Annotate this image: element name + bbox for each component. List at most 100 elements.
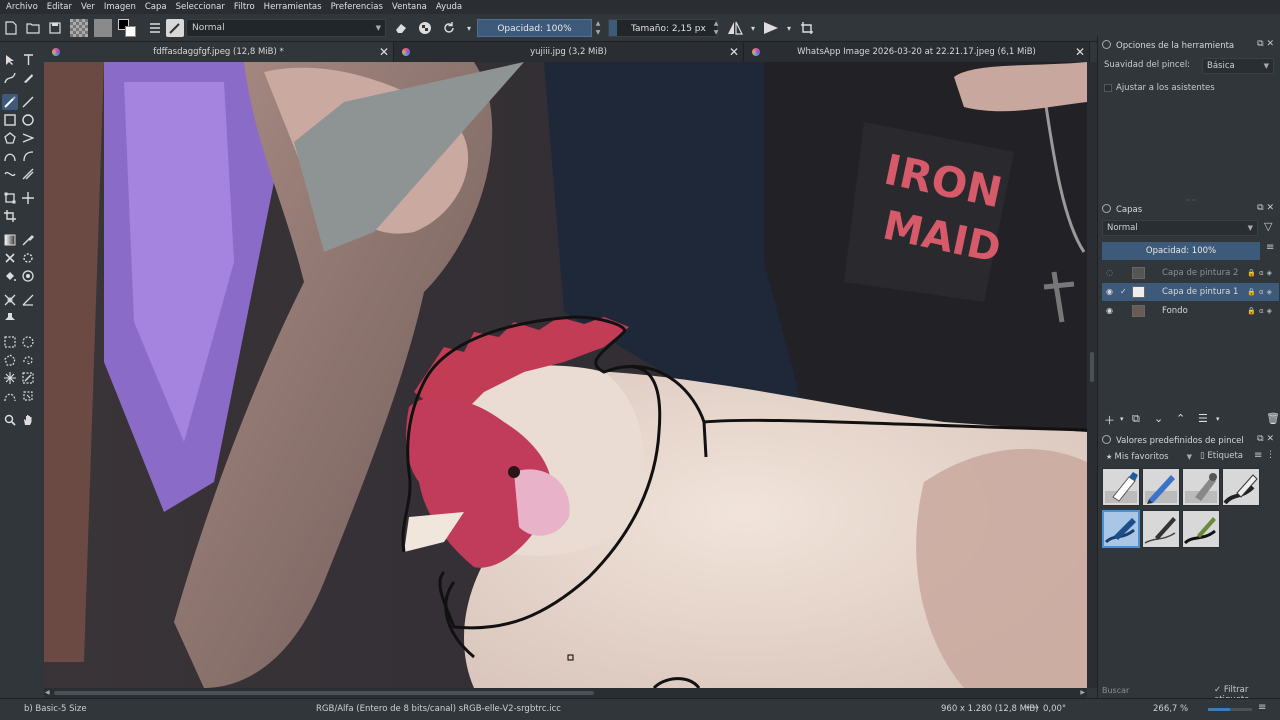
polyline-tool-icon[interactable] — [20, 130, 36, 146]
document-tab[interactable]: WhatsApp Image 2026-03-20 at 22.21.17.jp… — [744, 42, 1090, 62]
smoothing-select[interactable]: Básica ▼ — [1202, 58, 1274, 74]
mirror-horizontal-icon[interactable] — [726, 19, 744, 37]
line-tool-icon[interactable] — [20, 94, 36, 110]
size-slider[interactable]: Tamaño: 2,15 px — [608, 19, 718, 37]
rectangle-tool-icon[interactable] — [2, 112, 18, 128]
measure-tool-icon[interactable] — [20, 292, 36, 308]
vertical-scrollbar[interactable] — [1087, 62, 1097, 688]
close-icon[interactable]: ✕ — [1266, 39, 1274, 49]
brush-preset-brush-pen[interactable] — [1102, 510, 1140, 548]
brush-status[interactable]: b) Basic-5 Size — [24, 704, 87, 714]
rotation-status[interactable]: 0,00° — [1043, 704, 1066, 714]
chevron-down-icon[interactable]: ▾ — [744, 19, 762, 37]
horizontal-scrollbar[interactable]: ◀ ▶ — [44, 688, 1087, 698]
layer-opacity-slider[interactable]: Opacidad: 100% — [1102, 242, 1260, 260]
canvas-image[interactable]: IRON MAID — [44, 62, 1087, 688]
scroll-left-icon[interactable]: ◀ — [45, 689, 50, 696]
scroll-right-icon[interactable]: ▶ — [1080, 689, 1085, 696]
ellipse-tool-icon[interactable] — [20, 112, 36, 128]
colorize-mask-icon[interactable] — [2, 250, 18, 266]
color-picker-icon[interactable] — [20, 232, 36, 248]
menu-ventana[interactable]: Ventana — [392, 2, 427, 12]
menu-capa[interactable]: Capa — [145, 2, 167, 12]
layer-row[interactable]: ◉ ✓ Capa de pintura 1 🔒α◈ — [1102, 283, 1279, 301]
document-tab[interactable]: yujiii.jpg (3,2 MiB) ✕ — [394, 42, 744, 62]
float-panel-icon[interactable]: ⧉ — [1257, 203, 1263, 213]
similar-select-icon[interactable] — [20, 370, 36, 386]
eraser-mode-icon[interactable] — [392, 19, 410, 37]
menu-ver[interactable]: Ver — [81, 2, 95, 12]
calligraphy-icon[interactable] — [20, 70, 36, 86]
snap-assistants-checkbox[interactable] — [1104, 84, 1112, 92]
polygon-select-icon[interactable] — [2, 352, 18, 368]
menu-archivo[interactable]: Archivo — [6, 2, 38, 12]
visibility-on-icon[interactable]: ◉ — [1106, 302, 1113, 320]
menu-seleccionar[interactable]: Seleccionar — [176, 2, 225, 12]
brush-preset-marker[interactable] — [1182, 510, 1220, 548]
rotation-icon[interactable]: ⟷ — [1026, 703, 1039, 713]
close-icon[interactable]: ✕ — [379, 42, 389, 62]
filter-icon[interactable]: ▽ — [1264, 220, 1272, 233]
brush-preset-pencil-sketch[interactable] — [1142, 510, 1180, 548]
layer-row[interactable]: ◌ Capa de pintura 2 🔒α◈ — [1102, 264, 1279, 282]
menu-editar[interactable]: Editar — [47, 2, 72, 12]
document-tab[interactable]: fdffasdaggfgf.jpeg (12,8 MiB) * ✕ — [44, 42, 394, 62]
contiguous-select-icon[interactable] — [2, 370, 18, 386]
zoom-slider[interactable] — [1208, 708, 1252, 711]
chevron-down-icon[interactable]: ▾ — [1120, 415, 1124, 423]
reload-preset-icon[interactable] — [440, 19, 458, 37]
magnetic-select-icon[interactable] — [20, 388, 36, 404]
canvas-area[interactable]: IRON MAID — [44, 62, 1087, 688]
multibrush-icon[interactable] — [20, 166, 36, 182]
layer-flags-icon[interactable]: 🔒α◈ — [1247, 283, 1275, 301]
brush-preset-airbrush[interactable] — [1182, 468, 1220, 506]
visibility-off-icon[interactable]: ◌ — [1106, 264, 1113, 282]
wrap-around-icon[interactable] — [798, 19, 816, 37]
alpha-lock-icon[interactable] — [416, 19, 434, 37]
crop-tool-icon[interactable] — [2, 208, 18, 224]
menu-ayuda[interactable]: Ayuda — [436, 2, 462, 12]
size-spin-arrows[interactable]: ▲ ▼ — [712, 19, 720, 37]
pan-tool-icon[interactable] — [20, 412, 36, 428]
open-document-icon[interactable] — [24, 19, 42, 37]
text-tool-icon[interactable] — [20, 52, 36, 68]
brush-preset-icon[interactable] — [166, 19, 184, 37]
edit-shapes-icon[interactable] — [2, 70, 18, 86]
brush-settings-icon[interactable] — [146, 19, 164, 37]
close-icon[interactable]: ✕ — [729, 42, 739, 62]
layer-properties-icon[interactable]: ☰ — [1198, 412, 1208, 425]
zoom-status[interactable]: 266,7 % — [1153, 704, 1188, 714]
layer-flags-icon[interactable]: 🔒α◈ — [1247, 302, 1275, 320]
brush-preset-eraser[interactable] — [1102, 468, 1140, 506]
gradient-tool-icon[interactable] — [2, 232, 18, 248]
zoom-menu-icon[interactable]: ≡ — [1258, 702, 1266, 713]
opacity-slider[interactable]: Opacidad: 100% — [477, 19, 592, 37]
menu-imagen[interactable]: Imagen — [104, 2, 136, 12]
assistant-tool-icon[interactable] — [2, 292, 18, 308]
fill-tool-icon[interactable] — [2, 268, 18, 284]
gradient-swatch[interactable] — [70, 19, 88, 37]
polygon-tool-icon[interactable] — [2, 130, 18, 146]
move-up-icon[interactable]: ⌃ — [1176, 412, 1185, 425]
brush-preset-pencil-blue[interactable] — [1142, 468, 1180, 506]
horizontal-scroll-thumb[interactable] — [54, 691, 594, 695]
smart-patch-icon[interactable] — [20, 250, 36, 266]
duplicate-layer-icon[interactable]: ⧉ — [1132, 412, 1140, 426]
view-options-icon[interactable]: ≡ — [1254, 450, 1262, 461]
float-panel-icon[interactable]: ⧉ — [1257, 39, 1263, 49]
transform-tool-icon[interactable] — [2, 190, 18, 206]
pattern-swatch[interactable] — [94, 19, 112, 37]
new-document-icon[interactable] — [2, 19, 20, 37]
zoom-tool-icon[interactable] — [2, 412, 18, 428]
blend-mode-select[interactable]: Normal ▼ — [186, 19, 386, 37]
mirror-vertical-icon[interactable] — [762, 19, 780, 37]
close-icon[interactable]: ✕ — [1266, 434, 1274, 444]
ellipse-select-icon[interactable] — [20, 334, 36, 350]
freehand-brush-icon[interactable] — [2, 94, 18, 110]
visibility-on-icon[interactable]: ◉ — [1106, 283, 1113, 301]
chevron-down-icon[interactable]: ▾ — [460, 19, 478, 37]
dynamic-brush-icon[interactable] — [2, 166, 18, 182]
rect-select-icon[interactable] — [2, 334, 18, 350]
close-icon[interactable]: ✕ — [1266, 203, 1274, 213]
move-down-icon[interactable]: ⌄ — [1154, 412, 1163, 425]
